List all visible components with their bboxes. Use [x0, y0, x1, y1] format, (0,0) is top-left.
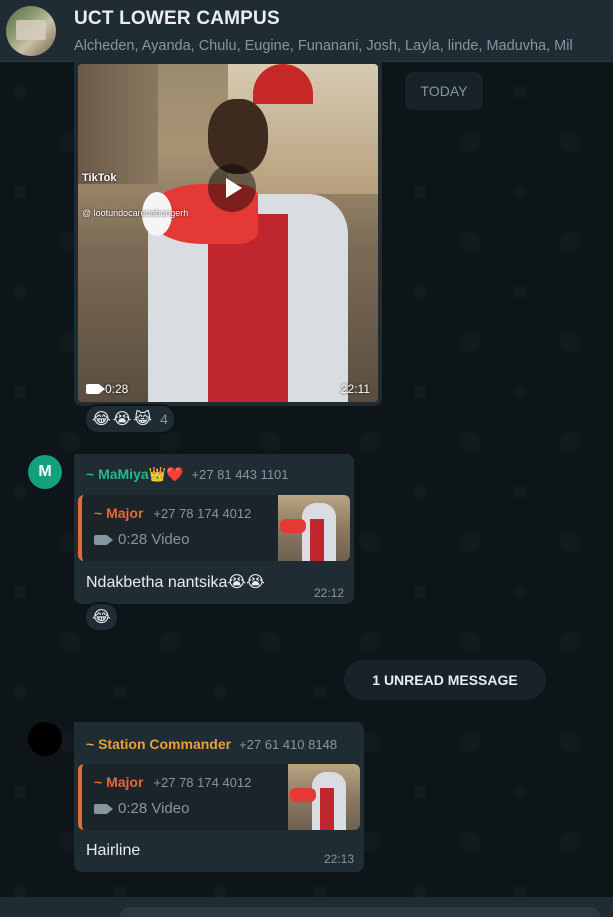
- message-bubble-commander[interactable]: ~ Station Commander +27 61 410 8148 ~ Ma…: [74, 722, 364, 872]
- message-time: 22:12: [313, 586, 344, 600]
- sender-phone: +27 81 443 1101: [191, 467, 289, 482]
- quote-media: 0:28 Video: [94, 800, 189, 817]
- group-avatar[interactable]: [6, 5, 56, 56]
- reaction-emoji: 😂: [92, 411, 111, 428]
- message-time: 22:13: [323, 852, 354, 866]
- message-text: Ndakbetha nantsika😭😭: [86, 574, 265, 591]
- tiktok-handle: @ lootundocarecabongerh: [82, 208, 189, 218]
- quote-media: 0:28 Video: [94, 531, 189, 548]
- message-input[interactable]: [120, 907, 600, 917]
- video-message-bubble[interactable]: TikTok @ lootundocarecabongerh 0:28 22:1…: [74, 60, 382, 406]
- sender-line: ~ MaMiya👑❤️ +27 81 443 1101: [86, 466, 289, 483]
- sender-name[interactable]: ~ MaMiya👑❤️: [86, 466, 184, 483]
- message-bubble-mamiya[interactable]: ~ MaMiya👑❤️ +27 81 443 1101 ~ Major +27 7…: [74, 454, 354, 604]
- group-name[interactable]: UCT LOWER CAMPUS: [74, 8, 613, 30]
- sender-avatar-commander[interactable]: [28, 722, 62, 756]
- quote-thumbnail: [288, 764, 360, 830]
- video-camera-icon: [86, 384, 105, 394]
- video-camera-icon: [94, 803, 113, 814]
- video-duration-text: 0:28: [105, 382, 129, 396]
- video-duration: 0:28: [86, 382, 128, 396]
- sender-name[interactable]: ~ Station Commander: [86, 736, 231, 752]
- video-reactions[interactable]: 😂 😭 😹 4: [84, 404, 176, 434]
- message-reactions[interactable]: 😂: [84, 602, 119, 632]
- date-chip: TODAY: [405, 72, 483, 110]
- reaction-emoji: 😭: [112, 411, 132, 428]
- message-text: Hairline: [86, 842, 141, 859]
- quoted-message[interactable]: ~ Major +27 78 174 4012 0:28 Video: [78, 764, 360, 830]
- quote-sender: ~ Major +27 78 174 4012: [94, 774, 252, 790]
- sender-phone: +27 61 410 8148: [239, 737, 338, 752]
- quoted-message[interactable]: ~ Major +27 78 174 4012 0:28 Video: [78, 495, 350, 561]
- reaction-emoji: 😂: [92, 609, 111, 626]
- reaction-emoji: 😹: [133, 411, 153, 428]
- quote-thumbnail: [278, 495, 350, 561]
- sender-avatar-mamiya[interactable]: M: [28, 455, 62, 489]
- quote-sender: ~ Major +27 78 174 4012: [94, 505, 252, 521]
- video-person: [138, 94, 348, 402]
- video-time: 22:11: [340, 382, 370, 396]
- group-members: Alcheden, Ayanda, Chulu, Eugine, Funanan…: [74, 37, 573, 54]
- video-camera-icon: [94, 534, 113, 545]
- sender-line: ~ Station Commander +27 61 410 8148: [86, 736, 337, 752]
- compose-bar: [0, 897, 613, 917]
- unread-divider: 1 UNREAD MESSAGE: [344, 660, 546, 700]
- tiktok-label: TikTok: [82, 172, 117, 184]
- play-icon[interactable]: [208, 164, 256, 212]
- chat-header[interactable]: UCT LOWER CAMPUS Alcheden, Ayanda, Chulu…: [0, 0, 613, 62]
- reaction-count: 4: [160, 411, 168, 427]
- header-text: UCT LOWER CAMPUS Alcheden, Ayanda, Chulu…: [74, 8, 613, 54]
- video-thumbnail[interactable]: TikTok @ lootundocarecabongerh 0:28 22:1…: [78, 64, 378, 402]
